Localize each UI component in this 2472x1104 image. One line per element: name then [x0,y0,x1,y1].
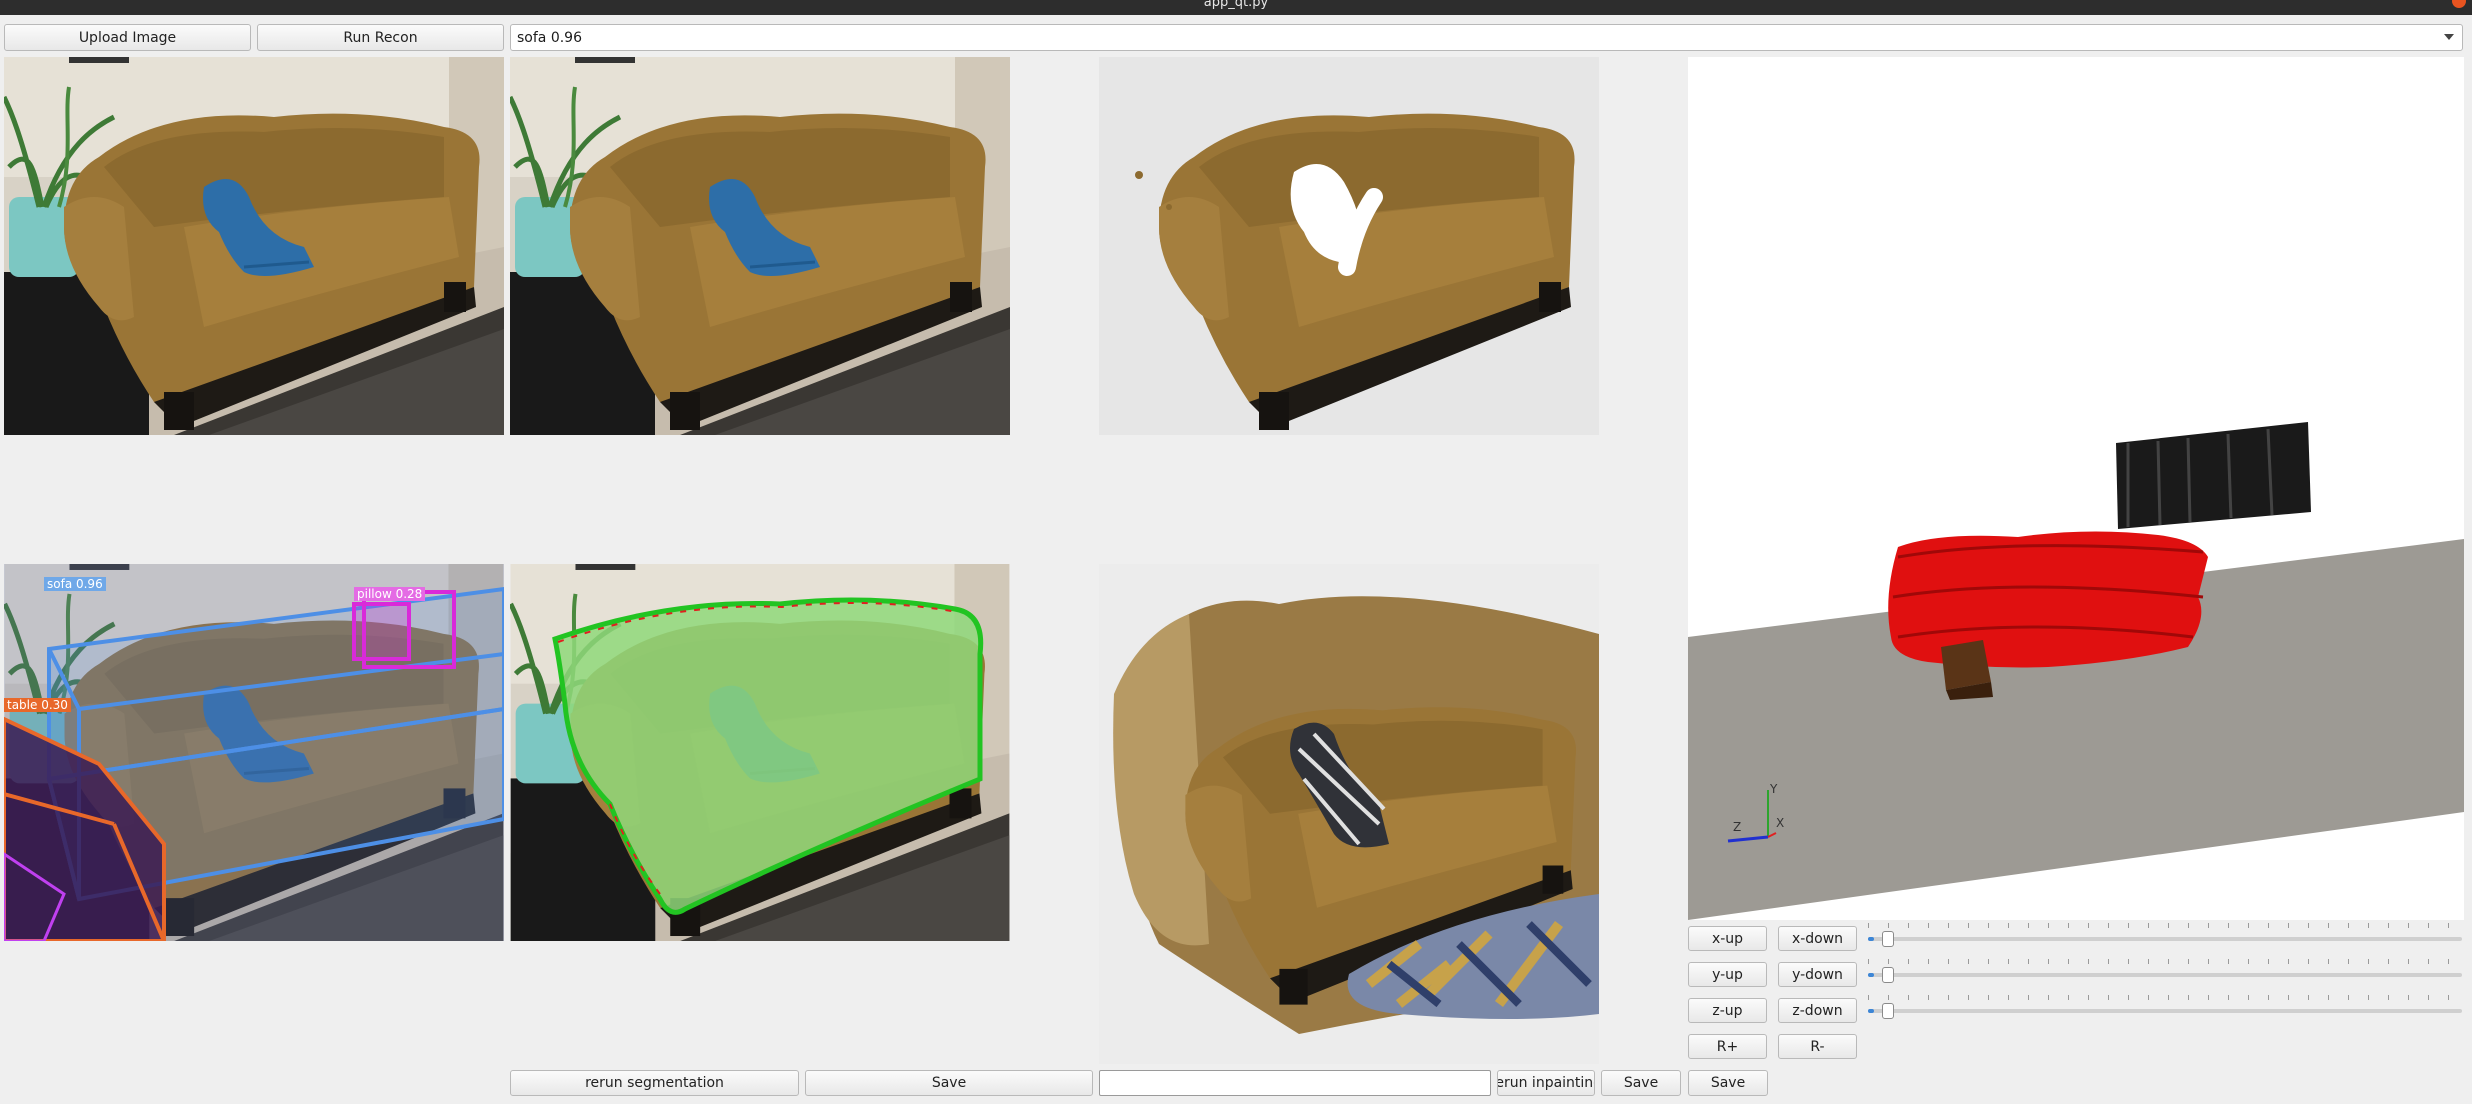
save-inpainting-button[interactable]: Save [1601,1070,1681,1096]
3d-scene-canvas[interactable]: Y X Z [1688,57,2464,920]
segmentation-mask-panel [510,564,1010,941]
masked-object-panel [1099,57,1599,435]
segmentation-mask-image [510,564,1010,941]
input-image-panel [4,57,504,435]
y-up-button[interactable]: y-up [1688,962,1767,987]
x-slider-ticks [1868,923,2462,928]
preprocessed-image-panel [510,57,1010,435]
rerun-inpainting-button[interactable]: rerun inpainting [1497,1070,1595,1096]
x-slider-fill [1868,937,1874,941]
object-select-value: sofa 0.96 [517,29,582,46]
save-segmentation-button[interactable]: Save [805,1070,1093,1096]
y-slider-track [1868,973,2462,977]
object-select-dropdown[interactable]: sofa 0.96 [510,24,2463,51]
detection-boxes-image [4,564,504,941]
chevron-down-icon [2444,34,2454,40]
table-detection-label: table 0.30 [4,698,71,712]
z-slider-handle[interactable] [1881,1003,1894,1019]
axis-label-x: X [1776,816,1784,830]
axis-label-z: Z [1733,820,1741,834]
x-slider-track [1868,937,2462,941]
3d-scene-viewer[interactable]: Y X Z [1688,57,2464,920]
preprocessed-image [510,57,1010,435]
z-slider-ticks [1868,995,2462,1000]
axis-label-y: Y [1769,782,1778,796]
inpainting-prompt-input[interactable] [1099,1070,1491,1096]
window-titlebar: app_qt.py [0,0,2472,15]
detection-boxes-panel: sofa 0.96 pillow 0.28 table 0.30 [4,564,504,941]
x-slider[interactable] [1868,923,2462,950]
run-recon-button[interactable]: Run Recon [257,24,504,51]
x-down-button[interactable]: x-down [1778,926,1857,951]
input-image [4,57,504,435]
y-slider-handle[interactable] [1881,967,1894,983]
upload-image-button[interactable]: Upload Image [4,24,251,51]
y-slider-ticks [1868,959,2462,964]
masked-object-image [1099,57,1599,435]
y-down-button[interactable]: y-down [1778,962,1857,987]
y-slider-fill [1868,973,1874,977]
pillow-detection-label: pillow 0.28 [354,587,426,601]
y-slider[interactable] [1868,959,2462,986]
x-up-button[interactable]: x-up [1688,926,1767,951]
x-slider-handle[interactable] [1881,931,1894,947]
rerun-segmentation-button[interactable]: rerun segmentation [510,1070,799,1096]
z-up-button[interactable]: z-up [1688,998,1767,1023]
inpainted-object-panel [1099,564,1599,1064]
rotate-plus-button[interactable]: R+ [1688,1034,1767,1059]
sofa-detection-label: sofa 0.96 [44,577,106,591]
save-scene-button[interactable]: Save [1688,1070,1768,1096]
rotate-minus-button[interactable]: R- [1778,1034,1857,1059]
z-slider-track [1868,1009,2462,1013]
z-slider[interactable] [1868,995,2462,1022]
z-down-button[interactable]: z-down [1778,998,1857,1023]
window-title: app_qt.py [1203,0,1269,10]
z-slider-fill [1868,1009,1874,1013]
inpainted-object-image [1099,564,1599,1064]
